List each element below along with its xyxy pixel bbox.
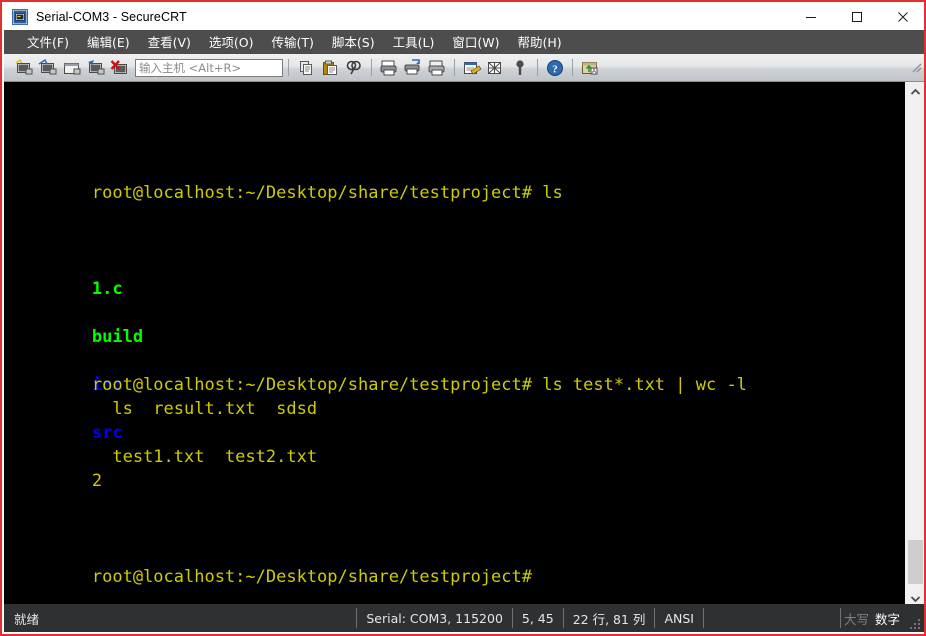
log-session-icon[interactable] — [402, 57, 424, 79]
menu-edit[interactable]: 编辑(E) — [78, 29, 139, 55]
toolbar-separator — [537, 59, 538, 76]
terminal-text: root@localhost:~/Desktop/share/testproje… — [91, 567, 532, 587]
scrollbar-thumb[interactable] — [908, 540, 923, 584]
terminal-text: ls result.txt sdsd — [91, 399, 338, 419]
find-icon[interactable] — [343, 57, 365, 79]
status-resize-grip[interactable] — [908, 615, 922, 629]
help-icon[interactable]: ? — [544, 57, 566, 79]
toolbar-separator — [371, 59, 372, 76]
status-ready-label: 就绪 — [14, 611, 40, 627]
securecrt-window: Serial-COM3 - SecureCRT 文件(F) 编辑(E) 查看(V… — [0, 0, 926, 636]
securecrt-app-icon — [12, 9, 28, 25]
key-icon[interactable] — [509, 57, 531, 79]
toolbar-separator — [454, 59, 455, 76]
terminal-text: 1.c — [91, 279, 123, 299]
menu-script[interactable]: 脚本(S) — [323, 29, 384, 55]
disconnect-icon[interactable] — [109, 57, 131, 79]
menu-transfer[interactable]: 传输(T) — [263, 29, 323, 55]
status-terminal-size: 22 行, 81 列 — [562, 608, 655, 628]
toolbar-separator — [572, 59, 573, 76]
status-right-group: Serial: COM3, 115200 5, 45 22 行, 81 列 AN… — [356, 608, 903, 628]
status-bar: 就绪 Serial: COM3, 115200 5, 45 22 行, 81 列… — [4, 604, 924, 632]
close-icon[interactable] — [880, 4, 924, 30]
terminal-text: build — [91, 327, 144, 347]
terminal-text: test1.txt test2.txt — [91, 447, 318, 467]
session-options-icon[interactable] — [461, 57, 483, 79]
terminal-text: root@localhost:~/Desktop/share/testproje… — [91, 183, 563, 203]
print-screen-icon[interactable] — [426, 57, 448, 79]
menu-file[interactable]: 文件(F) — [18, 29, 78, 55]
host-input[interactable]: 输入主机 <Alt+R> — [135, 58, 283, 77]
status-num-indicator: 数字 — [874, 611, 900, 627]
print-icon[interactable] — [378, 57, 400, 79]
window-controls — [788, 4, 924, 30]
toolbar-separator — [288, 59, 289, 76]
menu-options[interactable]: 选项(O) — [200, 29, 263, 55]
copy-icon[interactable] — [295, 57, 317, 79]
menu-window[interactable]: 窗口(W) — [443, 29, 508, 55]
status-blank — [702, 608, 841, 628]
terminal-screen[interactable]: root@localhost:~/Desktop/share/testproje… — [4, 82, 905, 608]
terminal-text: src — [91, 423, 123, 443]
menu-help[interactable]: 帮助(H) — [508, 29, 570, 55]
terminal-line: root@localhost:~/Desktop/share/testproje… — [10, 541, 905, 587]
terminal-line: 1.c build inc ls result.txt sdsd src tes… — [10, 253, 905, 467]
title-bar: Serial-COM3 - SecureCRT — [4, 4, 924, 30]
new-session-icon[interactable] — [13, 57, 35, 79]
window-title: Serial-COM3 - SecureCRT — [36, 10, 187, 24]
terminal-line: root@localhost:~/Desktop/share/testproje… — [10, 157, 905, 203]
terminal-scrollbar[interactable] — [904, 82, 924, 608]
terminal-text: root@localhost:~/Desktop/share/testproje… — [91, 375, 747, 395]
svg-text:?: ? — [552, 63, 558, 75]
status-connection: Serial: COM3, 115200 — [356, 608, 512, 628]
chevron-up-icon[interactable] — [905, 82, 924, 101]
toolbar: 输入主机 <Alt+R> ? A — [4, 54, 924, 82]
status-encoding: ANSI — [654, 608, 703, 628]
clone-session-icon[interactable] — [37, 57, 59, 79]
paste-icon[interactable] — [319, 57, 341, 79]
maximize-icon[interactable] — [834, 4, 880, 30]
svg-text:A: A — [592, 69, 596, 75]
status-caps-indicator: 大写 — [843, 611, 869, 627]
terminal-area[interactable]: root@localhost:~/Desktop/share/testproje… — [4, 82, 924, 608]
host-input-placeholder: 输入主机 <Alt+R> — [139, 60, 242, 75]
global-options-icon[interactable] — [485, 57, 507, 79]
terminal-line: root@localhost:~/Desktop/share/testproje… — [10, 349, 905, 395]
minimize-icon[interactable] — [788, 4, 834, 30]
terminal-text: 2 — [91, 471, 103, 491]
toolbar-resize-grip[interactable] — [910, 61, 922, 75]
menu-bar: 文件(F) 编辑(E) 查看(V) 选项(O) 传输(T) 脚本(S) 工具(L… — [4, 29, 924, 55]
menu-tools[interactable]: 工具(L) — [384, 29, 444, 55]
upload-download-icon[interactable]: A — [579, 57, 601, 79]
new-tab-icon[interactable] — [61, 57, 83, 79]
status-cursor-position: 5, 45 — [511, 608, 563, 628]
connect-icon[interactable] — [85, 57, 107, 79]
menu-view[interactable]: 查看(V) — [139, 29, 200, 55]
